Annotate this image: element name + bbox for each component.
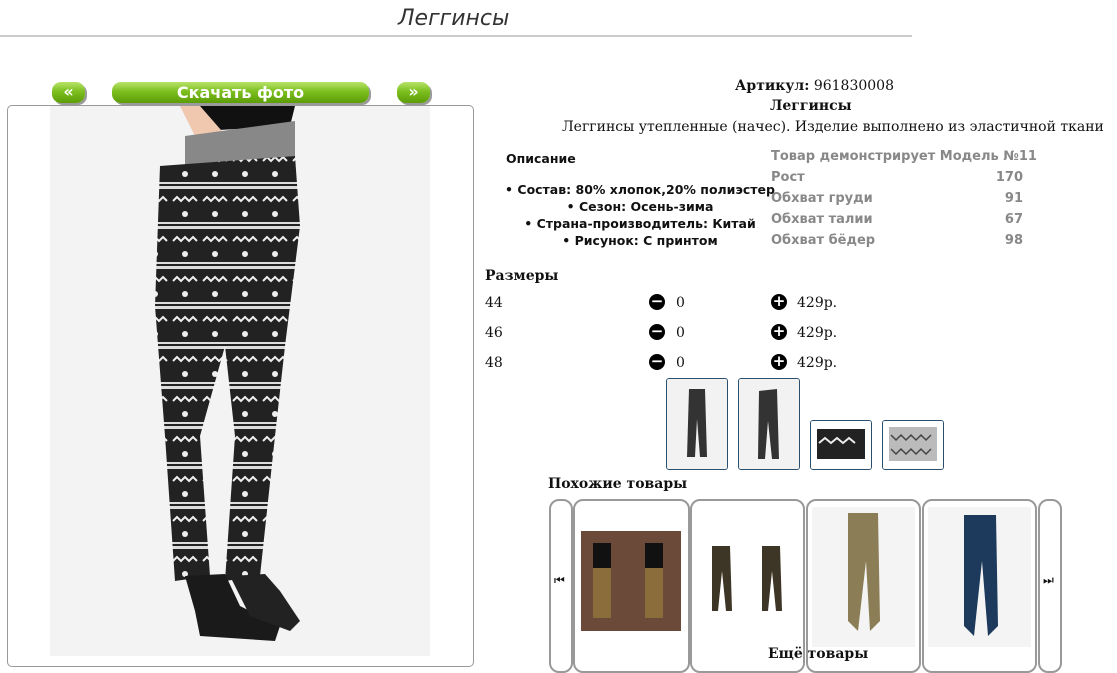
model-row: Обхват бёдер 98 xyxy=(771,233,1023,248)
skip-back-icon: ⏮ xyxy=(554,573,565,587)
increase-quantity-icon[interactable]: + xyxy=(771,294,787,310)
article-value: 961830008 xyxy=(813,78,894,94)
article-label: Артикул: xyxy=(735,78,810,94)
description-item: • Состав: 80% хлопок,20% полиэстер xyxy=(505,182,775,197)
leggings-illustration xyxy=(155,106,300,641)
sizes-heading: Размеры xyxy=(485,268,559,284)
decrease-quantity-icon[interactable]: − xyxy=(649,324,665,340)
photo-thumbnail[interactable] xyxy=(882,420,944,470)
model-row-value: 170 xyxy=(995,170,1023,185)
next-photo-button[interactable]: » xyxy=(397,82,430,103)
decrease-quantity-icon[interactable]: − xyxy=(649,294,665,310)
model-row: Рост 170 xyxy=(771,170,1023,185)
similar-product-image xyxy=(928,507,1031,647)
model-row-label: Обхват груди xyxy=(771,191,873,206)
description-item: • Страна-производитель: Китай xyxy=(524,216,756,231)
model-heading: Товар демонстрирует Модель №11 xyxy=(771,149,1037,164)
description-text: Сезон: Осень-зима xyxy=(578,199,714,214)
similar-product-tile[interactable] xyxy=(922,499,1037,673)
description-item: • Рисунок: С принтом xyxy=(562,233,718,248)
size-label: 46 xyxy=(485,325,503,341)
model-row-value: 67 xyxy=(1004,212,1023,227)
thumbnail-image xyxy=(739,379,799,469)
main-product-photo[interactable] xyxy=(50,106,430,656)
photo-thumbnail[interactable] xyxy=(666,378,728,470)
size-price: 429р. xyxy=(797,295,838,311)
quantity-value: 0 xyxy=(676,325,685,341)
thumbnail-image xyxy=(667,379,727,469)
similar-heading: Похожие товары xyxy=(548,476,688,492)
product-name: Леггинсы xyxy=(770,98,852,114)
model-row-label: Обхват бёдер xyxy=(771,233,876,248)
more-products-heading: Ещё товары xyxy=(768,646,869,662)
prev-photo-button[interactable]: « xyxy=(52,82,85,103)
similar-product-tile[interactable] xyxy=(573,499,690,673)
description-text: Страна-производитель: Китай xyxy=(536,216,756,231)
page-title: Леггинсы xyxy=(398,6,510,31)
description-text: Рисунок: С принтом xyxy=(574,233,718,248)
size-label: 48 xyxy=(485,355,503,371)
carousel-prev-button[interactable]: ⏮ xyxy=(549,499,573,673)
size-label: 44 xyxy=(485,295,503,311)
model-row: Обхват груди 91 xyxy=(771,191,1023,206)
description-item: • Сезон: Осень-зима xyxy=(566,199,714,214)
title-divider xyxy=(0,35,912,37)
product-summary: Леггинсы утепленные (начес). Изделие вып… xyxy=(562,119,1104,135)
increase-quantity-icon[interactable]: + xyxy=(771,354,787,370)
article-line: Артикул: 961830008 xyxy=(735,78,894,94)
skip-forward-icon: ⏭ xyxy=(1043,573,1054,587)
quantity-value: 0 xyxy=(676,295,685,311)
model-row-label: Обхват талии xyxy=(771,212,873,227)
decrease-quantity-icon[interactable]: − xyxy=(649,354,665,370)
increase-quantity-icon[interactable]: + xyxy=(771,324,787,340)
size-price: 429р. xyxy=(797,325,838,341)
photo-thumbnail[interactable] xyxy=(810,420,872,470)
model-row-value: 91 xyxy=(1004,191,1023,206)
carousel-next-button[interactable]: ⏭ xyxy=(1038,499,1062,673)
model-row: Обхват талии 67 xyxy=(771,212,1023,227)
quantity-value: 0 xyxy=(676,355,685,371)
similar-product-image xyxy=(581,531,681,631)
photo-thumbnail[interactable] xyxy=(738,378,800,470)
model-row-value: 98 xyxy=(1004,233,1023,248)
download-photo-button[interactable]: Скачать фото xyxy=(112,82,369,103)
thumbnail-image xyxy=(883,421,943,469)
model-row-label: Рост xyxy=(771,170,805,185)
description-heading: Описание xyxy=(506,151,576,166)
description-text: Состав: 80% хлопок,20% полиэстер xyxy=(517,182,775,197)
thumbnail-image xyxy=(811,421,871,469)
size-price: 429р. xyxy=(797,355,838,371)
